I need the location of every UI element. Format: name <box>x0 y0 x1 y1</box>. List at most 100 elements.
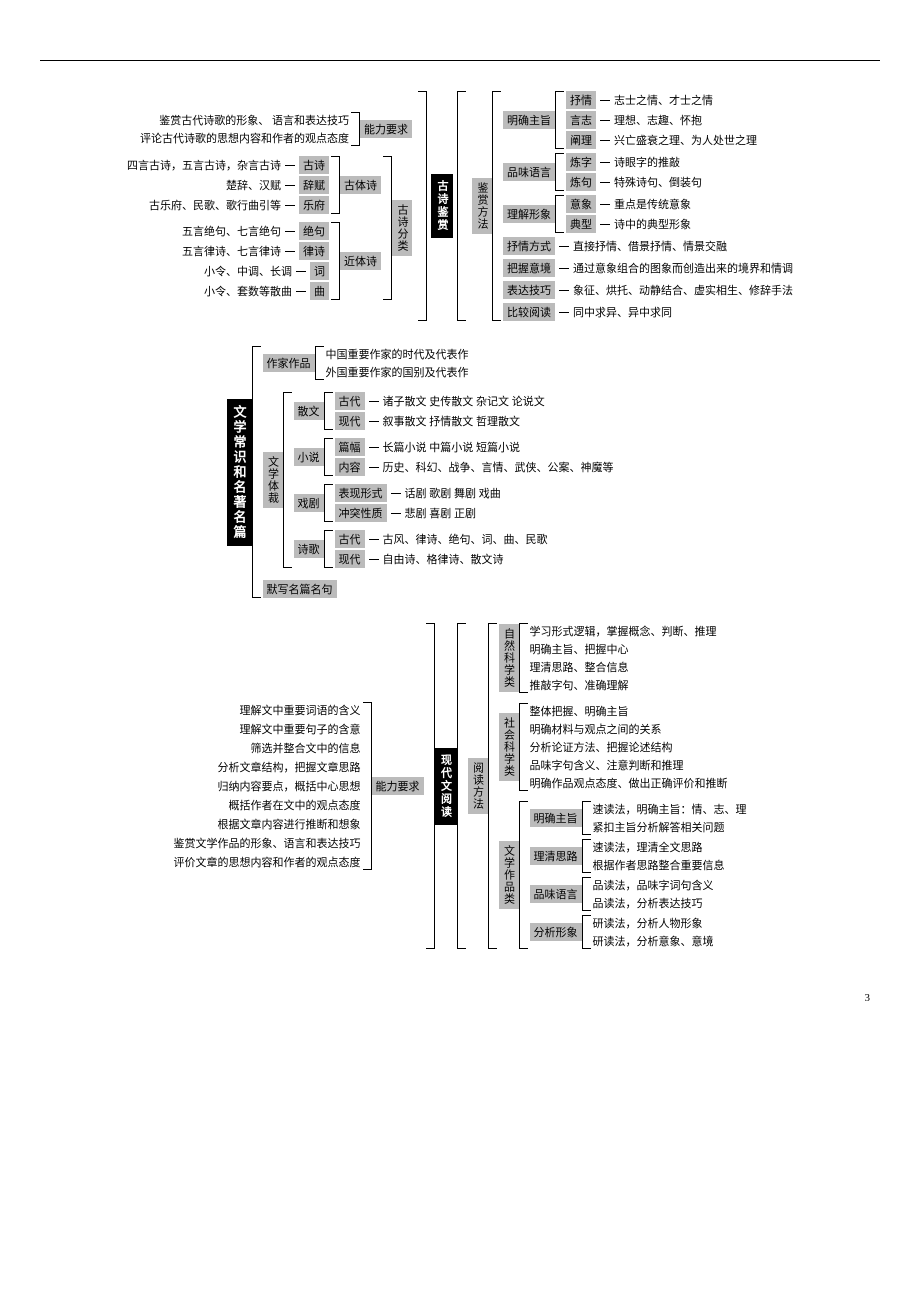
text: 明确材料与观点之间的关系 <box>530 721 728 737</box>
badge-ability: 能力要求 <box>372 777 424 795</box>
vbadge: 自然科学类 <box>499 624 519 692</box>
label: 现代 <box>335 412 365 430</box>
badge: 品味语言 <box>530 885 582 903</box>
label: 典型 <box>566 215 596 233</box>
text: 中国重要作家的时代及代表作 <box>326 346 469 362</box>
label: 乐府 <box>299 196 329 214</box>
text: 志士之情、才士之情 <box>614 92 713 108</box>
badge: 理清思路 <box>530 847 582 865</box>
text: 通过意象组合的图象而创造出来的境界和情调 <box>573 260 793 276</box>
label: 辞赋 <box>299 176 329 194</box>
label: 冲突性质 <box>335 504 387 522</box>
label: 阐理 <box>566 131 596 149</box>
text: 明确主旨、把握中心 <box>530 641 717 657</box>
text: 叙事散文 抒情散文 哲理散文 <box>383 413 521 429</box>
vbadge: 社会科学类 <box>499 713 519 781</box>
label: 古代 <box>335 392 365 410</box>
text: 鉴赏古代诗歌的形象、 语言和表达技巧 <box>159 112 349 128</box>
badge: 小说 <box>294 448 324 466</box>
label: 律诗 <box>299 242 329 260</box>
text: 历史、科幻、战争、言情、武侠、公案、神魔等 <box>383 459 614 475</box>
badge: 戏剧 <box>294 494 324 512</box>
text: 研读法，分析意象、意境 <box>593 933 714 949</box>
text: 品读法，品味字词句含义 <box>593 877 714 893</box>
text: 小令、中调、长调 <box>204 263 292 279</box>
label: 古诗 <box>299 156 329 174</box>
text: 理解文中重要词语的含义 <box>240 702 361 718</box>
label: 现代 <box>335 550 365 568</box>
text: 理清思路、整合信息 <box>530 659 717 675</box>
title-literature: 文学常识和名著名篇 <box>227 399 252 546</box>
text: 概括作者在文中的观点态度 <box>229 797 361 813</box>
text: 古乐府、民歌、歌行曲引等 <box>149 197 281 213</box>
text: 品味字句含义、注意判断和推理 <box>530 757 728 773</box>
label: 内容 <box>335 458 365 476</box>
text: 鉴赏文学作品的形象、语言和表达技巧 <box>174 835 361 851</box>
vbadge-genre: 文学体裁 <box>263 452 283 508</box>
label: 抒情 <box>566 91 596 109</box>
text: 长篇小说 中篇小说 短篇小说 <box>383 439 521 455</box>
badge: 近体诗 <box>340 252 381 270</box>
text: 话剧 歌剧 舞剧 戏曲 <box>405 485 501 501</box>
text: 理解文中重要句子的含意 <box>240 721 361 737</box>
text: 重点是传统意象 <box>614 196 691 212</box>
text: 同中求异、异中求同 <box>573 304 672 320</box>
badge: 古体诗 <box>340 176 381 194</box>
text: 推敲字句、准确理解 <box>530 677 717 693</box>
badge: 把握意境 <box>503 259 555 277</box>
text: 归纳内容要点，概括中心思想 <box>218 778 361 794</box>
badge: 明确主旨 <box>503 111 555 129</box>
text: 评论古代诗歌的思想内容和作者的观点态度 <box>140 130 349 146</box>
text: 品读法，分析表达技巧 <box>593 895 714 911</box>
section-poetry: 鉴赏古代诗歌的形象、 语言和表达技巧 评论古代诗歌的思想内容和作者的观点态度 能… <box>40 91 880 321</box>
text: 悲剧 喜剧 正剧 <box>405 505 477 521</box>
text: 自由诗、格律诗、散文诗 <box>383 551 504 567</box>
text: 根据作者思路整合重要信息 <box>593 857 725 873</box>
vbadge: 文学作品类 <box>499 841 519 909</box>
section-modern: 理解文中重要词语的含义 理解文中重要句子的含意 筛选并整合文中的信息 分析文章结… <box>40 623 880 949</box>
text: 筛选并整合文中的信息 <box>251 740 361 756</box>
badge: 理解形象 <box>503 205 555 223</box>
text: 紧扣主旨分析解答相关问题 <box>593 819 747 835</box>
label: 绝句 <box>299 222 329 240</box>
text: 速读法，理清全文思路 <box>593 839 725 855</box>
badge: 散文 <box>294 402 324 420</box>
badge: 表达技巧 <box>503 281 555 299</box>
text: 分析论证方法、把握论述结构 <box>530 739 728 755</box>
text: 学习形式逻辑，掌握概念、判断、推理 <box>530 623 717 639</box>
label: 言志 <box>566 111 596 129</box>
badge-ability: 能力要求 <box>360 120 412 138</box>
badge: 诗歌 <box>294 540 324 558</box>
text: 特殊诗句、倒装句 <box>614 174 702 190</box>
text: 理想、志趣、怀抱 <box>614 112 702 128</box>
text: 根据文章内容进行推断和想象 <box>218 816 361 832</box>
text: 四言古诗，五言古诗，杂言古诗 <box>127 157 281 173</box>
text: 整体把握、明确主旨 <box>530 703 728 719</box>
vbadge-method: 阅读方法 <box>468 758 488 814</box>
text: 明确作品观点态度、做出正确评价和推断 <box>530 775 728 791</box>
badge-recite: 默写名篇名句 <box>263 580 337 598</box>
text: 古风、律诗、绝句、词、曲、民歌 <box>383 531 548 547</box>
badge-authors: 作家作品 <box>263 354 315 372</box>
badge: 比较阅读 <box>503 303 555 321</box>
label: 词 <box>310 262 329 280</box>
badge: 抒情方式 <box>503 237 555 255</box>
text: 分析文章结构，把握文章思路 <box>218 759 361 775</box>
text: 直接抒情、借景抒情、情景交融 <box>573 238 727 254</box>
text: 小令、套数等散曲 <box>204 283 292 299</box>
text: 速读法，明确主旨：情、志、理 <box>593 801 747 817</box>
title-poetry: 古诗鉴赏 <box>431 174 453 238</box>
label: 意象 <box>566 195 596 213</box>
vbadge-classification: 古诗分类 <box>392 200 412 256</box>
title-modern: 现代文阅读 <box>435 748 457 825</box>
text: 研读法，分析人物形象 <box>593 915 714 931</box>
vbadge-method: 鉴赏方法 <box>472 178 492 234</box>
label: 篇幅 <box>335 438 365 456</box>
label: 古代 <box>335 530 365 548</box>
text: 兴亡盛衰之理、为人处世之理 <box>614 132 757 148</box>
text: 诸子散文 史传散文 杂记文 论说文 <box>383 393 545 409</box>
badge: 分析形象 <box>530 923 582 941</box>
label: 曲 <box>310 282 329 300</box>
text: 外国重要作家的国别及代表作 <box>326 364 469 380</box>
badge: 品味语言 <box>503 163 555 181</box>
